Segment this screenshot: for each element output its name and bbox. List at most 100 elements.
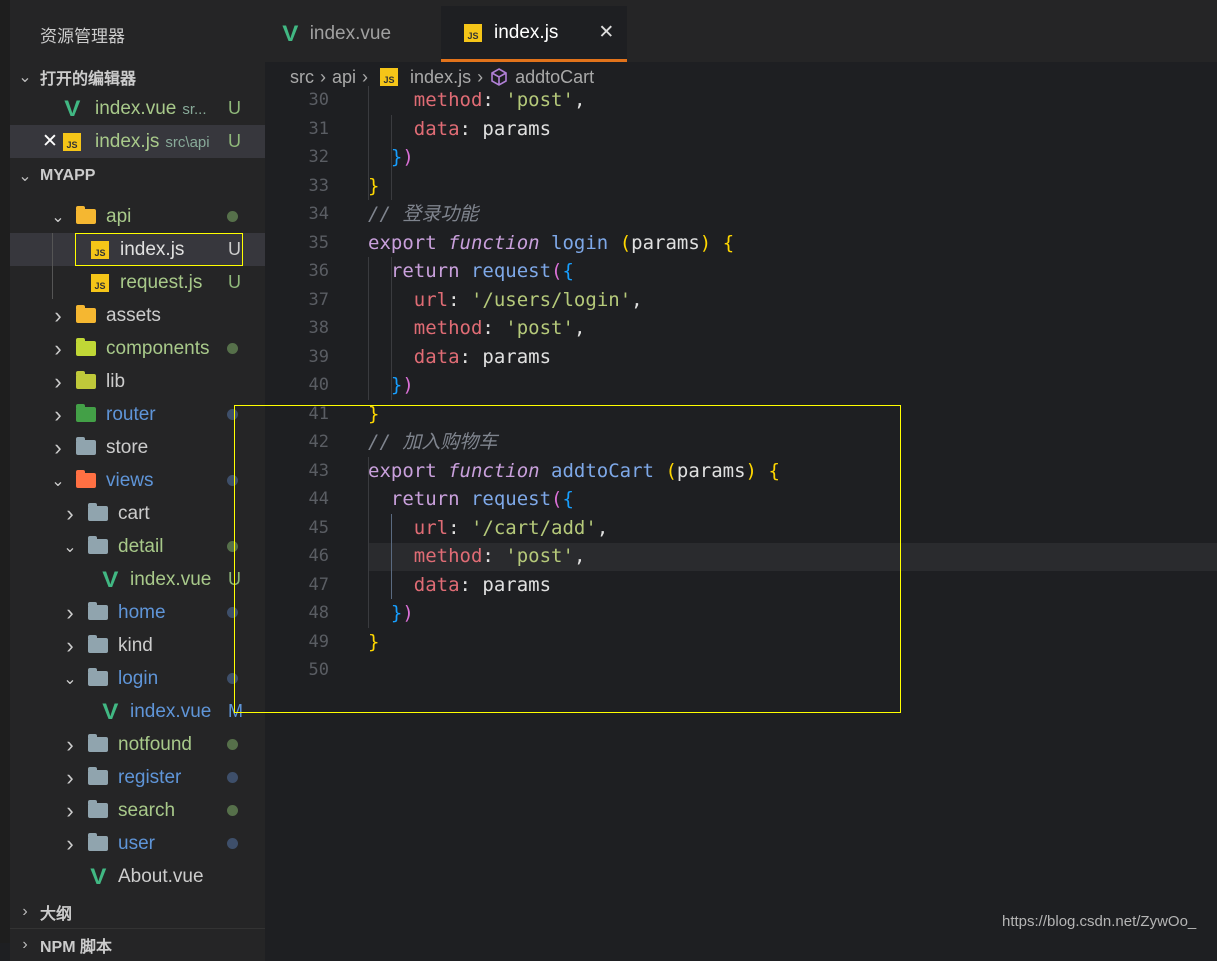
token-p: [368, 488, 391, 510]
breadcrumb-src[interactable]: src: [290, 67, 314, 88]
chevron-down-icon[interactable]: ⌄: [62, 669, 78, 689]
token-p: [368, 260, 391, 282]
tree-item-user[interactable]: › user: [10, 827, 265, 860]
js-icon: JS: [90, 273, 110, 292]
breadcrumb-api[interactable]: api: [332, 67, 356, 88]
tree-item-cart[interactable]: › cart: [10, 497, 265, 530]
chevron-right-icon[interactable]: ›: [50, 336, 66, 362]
code-line[interactable]: data: params: [368, 343, 551, 372]
token-fn: function: [448, 459, 540, 482]
folder-icon: [76, 338, 96, 356]
token-p: [368, 146, 391, 168]
tree-item-index-js[interactable]: JS index.js U: [10, 233, 265, 266]
token-punc: ,: [573, 545, 586, 567]
tree-item-api[interactable]: ⌄ api: [10, 200, 265, 233]
code-line[interactable]: }): [368, 599, 414, 628]
line-number: 47: [308, 574, 329, 595]
tree-item-kind[interactable]: › kind: [10, 629, 265, 662]
tree-item-login[interactable]: ⌄ login: [10, 662, 265, 695]
indent-guide: [391, 114, 392, 200]
code-line[interactable]: method: 'post',: [368, 542, 586, 571]
outline-section[interactable]: › 大纲: [10, 895, 265, 928]
code-line[interactable]: // 登录功能: [368, 200, 478, 229]
token-b3: }: [390, 602, 403, 624]
token-punc: ,: [631, 288, 643, 311]
breadcrumb-symbol[interactable]: addtoCart: [515, 67, 594, 88]
tree-item-index-vue[interactable]: Vindex.vue U: [10, 563, 265, 596]
close-tab-icon[interactable]: ✕: [598, 21, 614, 44]
token-punc: :: [459, 345, 483, 368]
tree-item-store[interactable]: › store: [10, 431, 265, 464]
git-status-badge: U: [228, 272, 241, 292]
line-number-gutter: 30 31 32 33 34 35 36 37 38 39 40 41 42 43 44 45 46 47 48 49…: [265, 90, 365, 943]
project-section[interactable]: ⌄ MYAPP: [10, 159, 265, 192]
token-b1: }: [368, 402, 380, 425]
tree-item-router[interactable]: › router: [10, 398, 265, 431]
chevron-right-icon[interactable]: ›: [50, 303, 66, 329]
vue-icon: V: [101, 566, 119, 592]
file-label: register: [118, 766, 182, 788]
code-editor[interactable]: 30 31 32 33 34 35 36 37 38 39 40 41 42 43 44 45 46 47 48 49…: [265, 86, 1217, 943]
tree-item-home[interactable]: › home: [10, 596, 265, 629]
token-p: [757, 460, 768, 482]
open-editor-item[interactable]: Vindex.vue sr... U: [10, 92, 265, 125]
tree-item-lib[interactable]: › lib: [10, 365, 265, 398]
chevron-right-icon[interactable]: ›: [62, 633, 78, 659]
code-line[interactable]: url: '/cart/add',: [368, 514, 609, 543]
chevron-down-icon[interactable]: ⌄: [50, 207, 66, 227]
file-label: components: [106, 337, 210, 359]
chevron-right-icon[interactable]: ›: [62, 831, 78, 857]
chevron-down-icon[interactable]: ⌄: [62, 537, 78, 557]
code-line[interactable]: }: [368, 628, 379, 657]
tree-item-assets[interactable]: › assets: [10, 299, 265, 332]
token-b3: {: [562, 260, 574, 282]
file-label: lib: [106, 370, 126, 392]
close-icon[interactable]: ✕: [42, 130, 58, 153]
tree-item-register[interactable]: › register: [10, 761, 265, 794]
tree-item-index-vue[interactable]: Vindex.vue M: [10, 695, 265, 728]
chevron-right-icon[interactable]: ›: [50, 402, 66, 428]
chevron-right-icon[interactable]: ›: [62, 600, 78, 626]
tree-item-search[interactable]: › search: [10, 794, 265, 827]
open-editor-item[interactable]: ✕ JS index.js src\api U: [10, 125, 265, 158]
line-number: 39: [308, 346, 329, 367]
tree-item-About-vue[interactable]: V About.vue: [10, 860, 265, 893]
tree-item-views[interactable]: ⌄ views: [10, 464, 265, 497]
code-line[interactable]: data: params: [368, 571, 551, 600]
code-line[interactable]: method: 'post',: [368, 86, 586, 115]
token-p: params: [676, 459, 746, 482]
code-line[interactable]: // 加入购物车: [368, 428, 497, 457]
chevron-down-icon[interactable]: ⌄: [50, 471, 66, 491]
code-line[interactable]: }: [368, 172, 379, 201]
indent-guide: [391, 257, 392, 400]
token-b1: ): [745, 459, 757, 482]
code-line[interactable]: export function addtoCart (params) {: [368, 457, 780, 486]
token-call: request: [470, 488, 552, 510]
chevron-right-icon[interactable]: ›: [62, 501, 78, 527]
folder-icon: [76, 470, 96, 488]
code-line[interactable]: url: '/users/login',: [368, 286, 643, 315]
tree-item-components[interactable]: › components: [10, 332, 265, 365]
tree-item-notfound[interactable]: › notfound: [10, 728, 265, 761]
chevron-right-icon[interactable]: ›: [62, 732, 78, 758]
tree-item-request-js[interactable]: JS request.js U: [10, 266, 265, 299]
code-line[interactable]: method: 'post',: [368, 314, 586, 343]
code-line[interactable]: return request({: [368, 485, 574, 514]
npm-scripts-section[interactable]: › NPM 脚本: [10, 928, 265, 961]
open-editors-section[interactable]: ⌄ 打开的编辑器: [10, 60, 265, 93]
code-line[interactable]: export function login (params) {: [368, 229, 734, 258]
chevron-right-icon[interactable]: ›: [50, 369, 66, 395]
chevron-right-icon[interactable]: ›: [62, 765, 78, 791]
code-line[interactable]: data: params: [368, 115, 551, 144]
chevron-right-icon[interactable]: ›: [50, 435, 66, 461]
breadcrumb-file[interactable]: index.js: [410, 67, 471, 88]
indent-guide: [368, 257, 369, 400]
chevron-right-icon: ›: [477, 66, 484, 87]
tree-item-detail[interactable]: ⌄ detail: [10, 530, 265, 563]
tab-index-vue[interactable]: V index.vue: [265, 6, 441, 62]
tab-index-js[interactable]: JS index.js ✕: [441, 6, 627, 62]
code-line[interactable]: }: [368, 400, 379, 429]
file-label: index.vue: [130, 700, 212, 722]
code-line[interactable]: return request({: [368, 257, 574, 286]
chevron-right-icon[interactable]: ›: [62, 798, 78, 824]
